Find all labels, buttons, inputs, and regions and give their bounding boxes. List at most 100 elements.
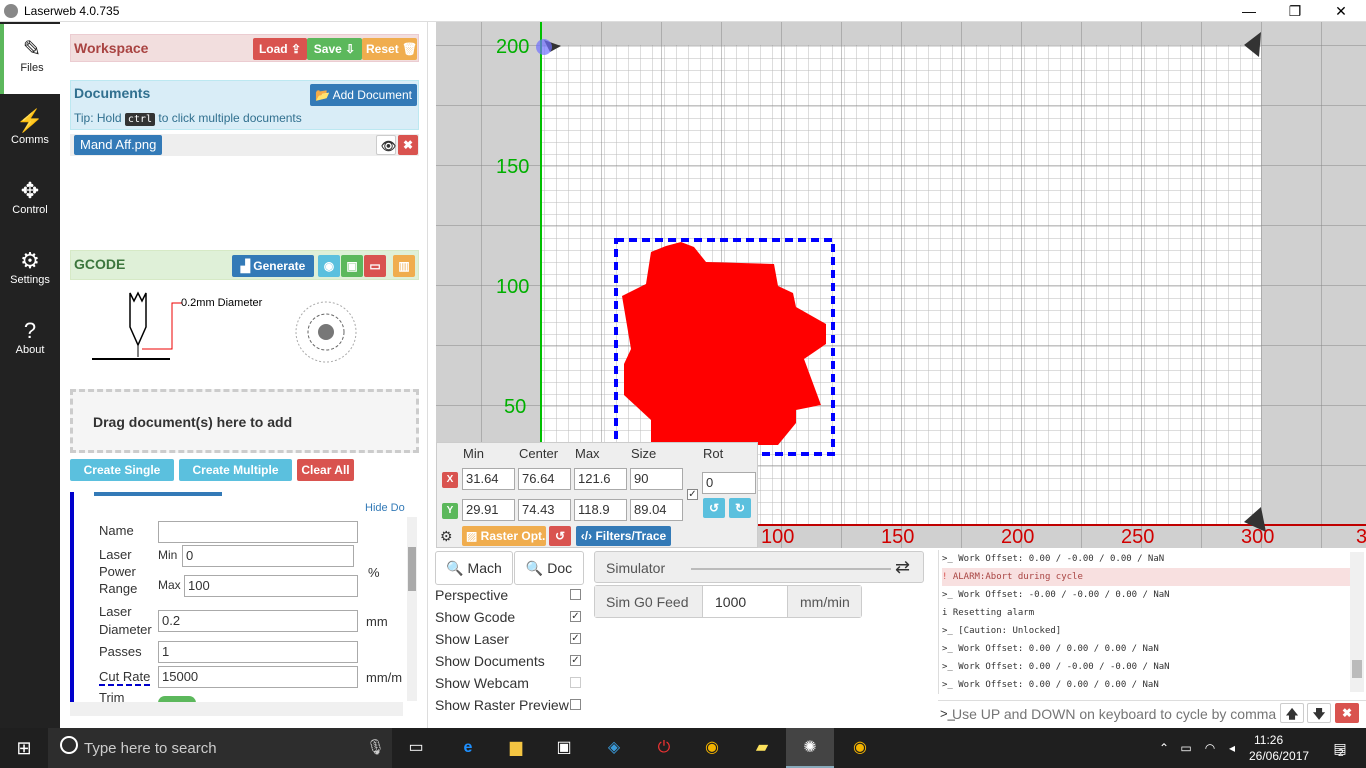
nav-files[interactable]: ✎ Files [0,24,60,94]
lock-ratio-checkbox[interactable]: ✓ [687,489,698,500]
laserweb-task[interactable]: ✺ [786,728,834,768]
app-icon [4,4,18,18]
log-line-alarm: ! ALARM:Abort during cycle [942,568,1352,586]
sim-feed-group: Sim G0 Feed 1000 mm/min [594,585,862,618]
y-max-input[interactable]: 118.9 [574,499,627,521]
name-input[interactable] [158,521,358,543]
show-raster-preview-checkbox[interactable] [570,699,581,710]
view-gcode-icon[interactable]: ◉ [318,255,340,277]
y-min-input[interactable]: 29.91 [462,499,515,521]
tip-text: Tip: Hold ctrl to click multiple documen… [74,111,302,126]
start-icon[interactable]: ⊞ [10,734,38,762]
x-center-input[interactable]: 76.64 [518,468,571,490]
sim-feed-unit: mm/min [800,594,850,610]
store-icon[interactable]: ▣ [550,734,578,762]
reset-button[interactable]: Reset 🗑 [362,38,417,60]
power-app-icon[interactable]: ⏻ [650,734,678,762]
file-explorer-icon[interactable]: ▆ [502,734,530,762]
x-min-input[interactable]: 31.64 [462,468,515,490]
open-gcode-icon[interactable]: ▭ [364,255,386,277]
window-title: Laserweb 4.0.735 [24,4,120,18]
sim-feed-input[interactable]: 1000 [715,594,746,610]
nav-about[interactable]: ? About [0,306,60,376]
chrome-icon-2[interactable]: ◉ [846,734,874,762]
volume-icon[interactable]: ◂ [1218,734,1246,762]
minimize-button[interactable]: — [1226,0,1272,22]
generate-button[interactable]: ▟ Generate [232,255,314,277]
hide-docs-link[interactable]: Hide Do [365,502,405,514]
y-size-input[interactable]: 89.04 [630,499,683,521]
search-placeholder: Type here to search [84,740,217,757]
document-view-button[interactable]: 🔍 Doc [514,551,584,585]
nav-settings[interactable]: ⚙ Settings [0,236,60,306]
clock-time[interactable]: 11:26 [1254,733,1283,747]
swap-arrows-icon[interactable]: ⇄ [895,557,910,578]
clear-all-button[interactable]: Clear All [297,459,354,481]
info-icon: i [942,608,948,618]
save-gcode-icon[interactable]: ▣ [341,255,363,277]
eye-icon[interactable]: 👁 [376,135,396,155]
reset-raster-icon[interactable]: ↺ [549,526,571,546]
show-webcam-checkbox[interactable] [570,677,581,688]
show-gcode-checkbox[interactable]: ✓ [570,611,581,622]
power-min-input[interactable]: 0 [182,545,354,567]
add-document-button[interactable]: 📂 Add Document [310,84,417,106]
task-view-icon[interactable]: ▭ [402,734,430,762]
create-multiple-button[interactable]: Create Multiple [179,459,292,481]
nav-control[interactable]: ✥ Control [0,166,60,236]
nav-comms[interactable]: ⚡ Comms [0,96,60,166]
document-view-label: Doc [547,560,573,576]
machine-view-button[interactable]: 🔍 Mach [435,551,513,585]
drop-zone[interactable]: Drag document(s) here to add [70,389,419,453]
perspective-checkbox[interactable] [570,589,581,600]
close-button[interactable]: ✕ [1318,0,1364,22]
header-center: Center [519,446,559,461]
workspace-header: Workspace Load ⇪ Save ⇩ Reset 🗑 [70,34,419,62]
maximize-button[interactable]: ❐ [1272,0,1318,22]
raster-options-button[interactable]: ▨ Raster Opt. [462,526,546,546]
app-icon-blue[interactable]: ◈ [600,734,628,762]
laserweb-icon: ✺ [803,739,817,756]
simulator-slider[interactable] [691,568,891,570]
document-row[interactable]: Mand Aff.png 👁 ✖ [70,134,419,156]
filters-trace-button[interactable]: ‹/› Filters/Trace [576,526,671,546]
history-up-icon[interactable]: 🡅 [1280,703,1304,723]
trim-label: Trim [99,690,125,702]
x-max-input[interactable]: 121.6 [574,468,627,490]
form-hscrollbar[interactable] [70,702,403,716]
mm-per-min-unit: mm/m [366,670,403,685]
nav-about-label: About [15,344,45,356]
log-scrollbar[interactable] [1350,552,1364,692]
passes-input[interactable]: 1 [158,641,358,663]
form-scrollbar[interactable] [407,517,417,701]
rotate-ccw-icon[interactable]: ↺ [703,498,725,518]
clear-log-icon[interactable]: ✖ [1335,703,1359,723]
clock-date[interactable]: 26/06/2017 [1249,749,1309,763]
show-documents-checkbox[interactable]: ✓ [570,655,581,666]
sticky-notes-icon[interactable]: ▰ [748,734,776,762]
power-label-1: Laser [99,547,132,562]
rotate-cw-icon[interactable]: ↻ [729,498,751,518]
create-single-button[interactable]: Create Single [70,459,174,481]
x-size-input[interactable]: 90 [630,468,683,490]
power-max-input[interactable]: 100 [184,575,358,597]
cut-rate-input[interactable]: 15000 [158,666,358,688]
diameter-input[interactable]: 0.2 [158,610,358,632]
y-center-input[interactable]: 74.43 [518,499,571,521]
save-button[interactable]: Save ⇩ [307,38,362,60]
history-down-icon[interactable]: 🡇 [1307,703,1331,723]
plug-icon: ⚡ [16,108,44,133]
trash-icon[interactable]: ▥ [393,255,415,277]
operation-tab[interactable] [94,492,222,496]
settings-gear-icon[interactable]: ⚙ [440,528,453,545]
load-button[interactable]: Load ⇪ [253,38,307,60]
show-laser-checkbox[interactable]: ✓ [570,633,581,644]
search-box[interactable]: Type here to search 🎙 [48,728,392,768]
command-input[interactable] [952,703,1278,725]
document-name[interactable]: Mand Aff.png [74,135,163,155]
edge-icon[interactable]: e [454,734,482,762]
chrome-icon[interactable]: ◉ [698,734,726,762]
min-label: Min [158,548,178,562]
rotation-input[interactable]: 0 [702,472,756,494]
delete-icon[interactable]: ✖ [398,135,418,155]
